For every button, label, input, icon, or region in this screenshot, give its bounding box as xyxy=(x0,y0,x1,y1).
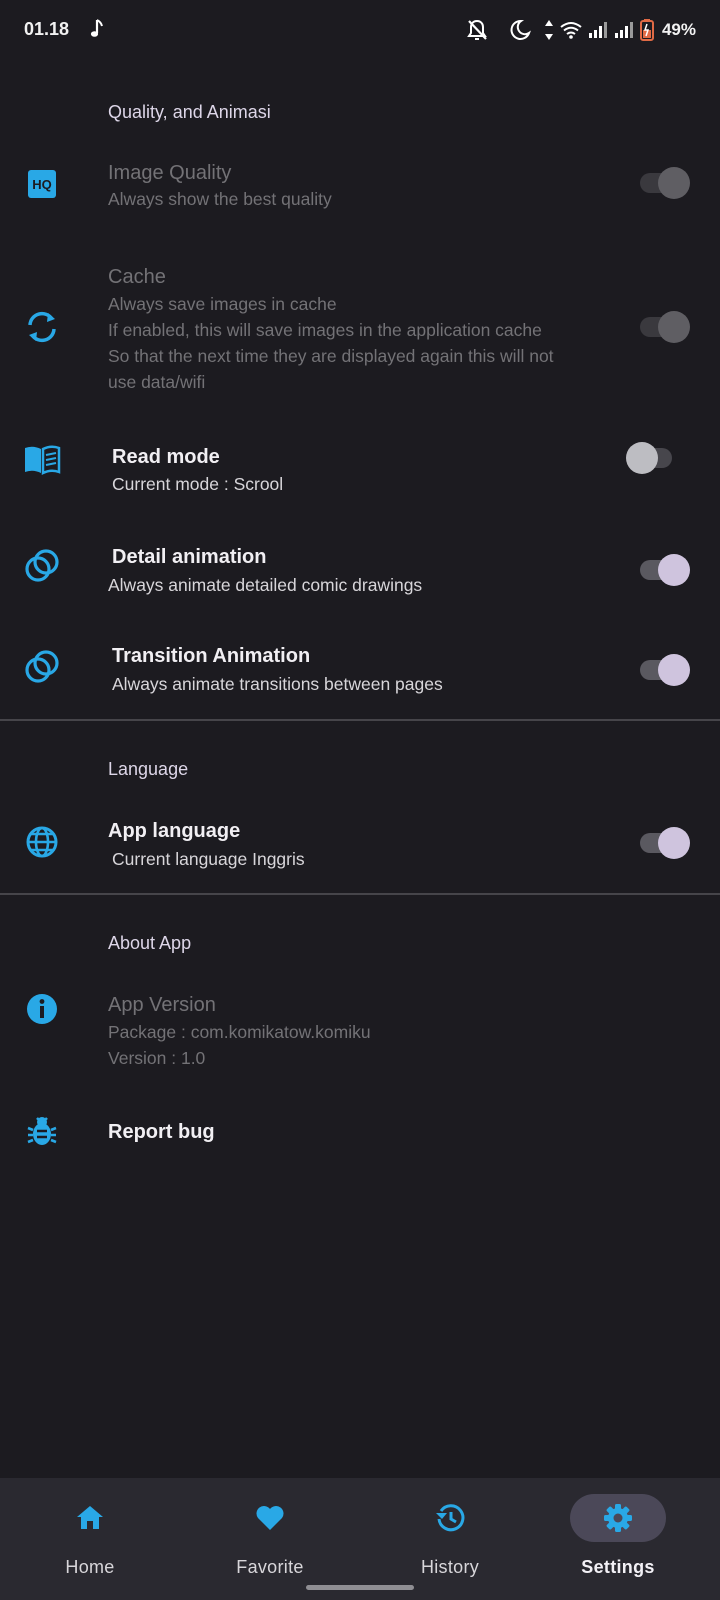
status-icons: 49% xyxy=(466,17,696,43)
bottom-navigation: Home Favorite History Settings xyxy=(0,1478,720,1600)
setting-title: Cache xyxy=(108,266,166,288)
cache-desc-line-2: If enabled, this will save images in the… xyxy=(108,320,542,340)
nav-label: Home xyxy=(65,1557,115,1577)
hq-icon: HQ xyxy=(28,170,56,198)
setting-subtitle: Always animate transitions between pages xyxy=(112,674,443,694)
setting-read-mode[interactable]: Read mode Current mode : Scrool xyxy=(0,428,720,508)
setting-app-version: App Version Package : com.komikatow.komi… xyxy=(0,980,720,1070)
rings-icon xyxy=(25,549,59,582)
package-text: Package : com.komikatow.komiku xyxy=(108,1022,371,1042)
setting-title: Image Quality xyxy=(108,162,232,184)
setting-transition-animation[interactable]: Transition Animation Always animate tran… xyxy=(0,630,720,710)
music-note-icon xyxy=(90,19,103,37)
setting-cache[interactable]: Cache Always save images in cache If ena… xyxy=(0,250,720,400)
setting-title: App Version xyxy=(108,994,216,1016)
setting-report-bug[interactable]: Report bug xyxy=(0,1100,720,1160)
nav-label: Settings xyxy=(581,1557,655,1577)
data-arrows-icon xyxy=(544,20,553,40)
moon-icon xyxy=(510,19,531,40)
history-icon xyxy=(436,1504,465,1532)
setting-app-language[interactable]: App language Current language Inggris xyxy=(0,800,720,880)
divider xyxy=(0,719,720,721)
status-time: 01.18 xyxy=(24,19,70,39)
app-language-switch[interactable] xyxy=(636,825,690,861)
rings-icon xyxy=(25,650,59,683)
image-quality-switch[interactable] xyxy=(636,165,690,201)
battery-percent: 49% xyxy=(661,20,696,39)
cache-desc-line-4: use data/wifi xyxy=(108,372,206,392)
book-icon xyxy=(25,445,61,476)
nav-favorite[interactable]: Favorite xyxy=(180,1478,360,1600)
cache-switch[interactable] xyxy=(636,309,690,345)
home-indicator xyxy=(306,1585,414,1590)
nav-settings[interactable]: Settings xyxy=(528,1478,708,1600)
setting-title: Report bug xyxy=(108,1121,215,1143)
version-text: Version : 1.0 xyxy=(108,1048,206,1068)
setting-title: Read mode xyxy=(112,446,220,468)
setting-title: Transition Animation xyxy=(112,645,311,667)
setting-image-quality[interactable]: HQ Image Quality Always show the best qu… xyxy=(0,150,720,230)
section-title-quality: Quality, and Animasi xyxy=(108,102,271,122)
setting-title: App language xyxy=(108,820,241,842)
wifi-icon xyxy=(560,22,582,39)
read-mode-switch[interactable] xyxy=(626,440,680,476)
bell-off-icon xyxy=(467,19,487,40)
nav-home[interactable]: Home xyxy=(0,1478,180,1600)
signal-icon-2 xyxy=(614,22,633,38)
section-title-language: Language xyxy=(108,759,189,779)
setting-subtitle: Current mode : Scrool xyxy=(112,474,284,494)
home-icon xyxy=(77,1506,103,1529)
setting-detail-animation[interactable]: Detail animation Always animate detailed… xyxy=(0,530,720,610)
section-title-about: About App xyxy=(108,933,192,953)
heart-icon xyxy=(256,1506,284,1530)
setting-subtitle: Current language Inggris xyxy=(112,849,305,869)
setting-subtitle: Always animate detailed comic drawings xyxy=(108,575,423,595)
setting-title: Detail animation xyxy=(112,546,267,568)
divider xyxy=(0,893,720,895)
nav-label: History xyxy=(420,1557,480,1577)
globe-icon xyxy=(26,826,58,858)
cache-desc-line-1: Always save images in cache xyxy=(108,294,337,314)
signal-icon xyxy=(588,22,607,38)
gear-icon xyxy=(604,1504,632,1532)
setting-subtitle: Always show the best quality xyxy=(108,189,332,209)
info-icon xyxy=(27,994,57,1024)
battery-icon xyxy=(639,19,654,41)
transition-animation-switch[interactable] xyxy=(636,652,690,688)
nav-history[interactable]: History xyxy=(360,1478,540,1600)
sync-icon xyxy=(28,311,56,343)
status-bar: 01.18 49% xyxy=(0,0,720,62)
bug-icon xyxy=(27,1117,57,1145)
detail-animation-switch[interactable] xyxy=(636,552,690,588)
nav-label: Favorite xyxy=(236,1557,304,1577)
svg-text:HQ: HQ xyxy=(32,177,52,192)
cache-desc-line-3: So that the next time they are displayed… xyxy=(108,346,554,366)
